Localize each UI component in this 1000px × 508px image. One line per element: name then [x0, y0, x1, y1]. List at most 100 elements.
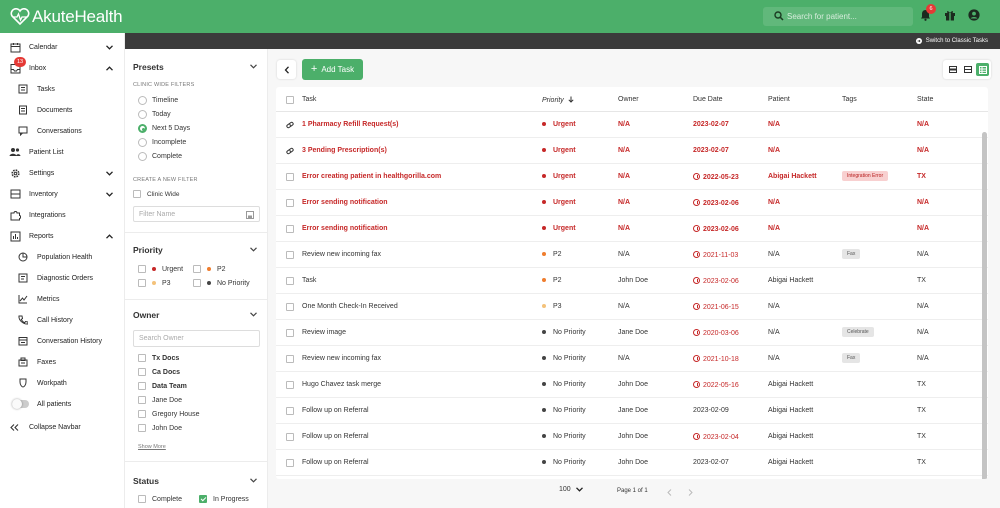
owner-john-doe[interactable]: John Doe: [138, 424, 182, 432]
view-compact-button[interactable]: [961, 63, 974, 76]
table-row[interactable]: Hugo Chavez task merge No Priority John Do…: [276, 372, 988, 398]
row-checkbox[interactable]: [286, 251, 294, 259]
sidebar-item-workpath[interactable]: Workpath: [0, 375, 125, 391]
table-row[interactable]: Review new incoming fax No Priority N/A 202…: [276, 346, 988, 372]
view-list-button[interactable]: [946, 63, 959, 76]
task-title[interactable]: 3 Pending Prescription(s): [302, 147, 387, 154]
table-row[interactable]: Review image No Priority Jane Doe 2020-03-0…: [276, 320, 988, 346]
gift-button[interactable]: [944, 9, 956, 23]
patient-cell[interactable]: N/A: [768, 251, 780, 258]
all-patients-toggle[interactable]: [12, 399, 29, 409]
show-more-link[interactable]: Show More: [138, 444, 166, 450]
row-checkbox[interactable]: [286, 173, 294, 181]
checkbox[interactable]: [138, 279, 146, 287]
chevron-down-icon[interactable]: [250, 478, 257, 483]
radio-button[interactable]: [138, 110, 147, 119]
table-scrollbar[interactable]: [982, 132, 987, 479]
owner-data-team[interactable]: Data Team: [138, 382, 187, 390]
patient-cell[interactable]: Abigai Hackett: [768, 459, 813, 466]
table-row[interactable]: Error creating patient in healthgorilla.…: [276, 164, 988, 190]
clinic-wide-checkbox[interactable]: Clinic Wide: [133, 190, 180, 198]
task-title[interactable]: One Month Check-In Received: [302, 303, 398, 310]
app-logo[interactable]: AkuteHealth: [10, 7, 123, 27]
priority-p2[interactable]: P2: [193, 265, 226, 273]
tag-badge[interactable]: Fax: [842, 353, 861, 363]
task-title[interactable]: Follow up on Referral: [302, 407, 369, 414]
task-title[interactable]: Error creating patient in healthgorilla.…: [302, 173, 441, 180]
status-complete[interactable]: Complete: [138, 495, 182, 503]
radio-button[interactable]: [138, 96, 147, 105]
row-checkbox[interactable]: [286, 225, 294, 233]
table-row[interactable]: Task P2 John Doe 2023-02-06 Abigai Hackett TX: [276, 268, 988, 294]
task-title[interactable]: Hugo Chavez task merge: [302, 381, 381, 388]
view-table-button[interactable]: [976, 63, 989, 76]
rows-per-page-select[interactable]: 100: [559, 486, 583, 493]
checkbox[interactable]: [138, 354, 146, 362]
patient-cell[interactable]: N/A: [768, 355, 780, 362]
chevron-up-icon[interactable]: [106, 65, 113, 71]
checkbox[interactable]: [138, 368, 146, 376]
sidebar-item-conversation-history[interactable]: Conversation History: [0, 333, 125, 349]
sidebar-item-inventory[interactable]: Inventory: [0, 186, 125, 202]
sidebar-item-reports[interactable]: Reports: [0, 228, 125, 244]
column-state[interactable]: State: [917, 96, 933, 103]
preset-today[interactable]: Today: [138, 110, 171, 119]
sidebar-item-settings[interactable]: Settings: [0, 165, 125, 181]
owner-search-input[interactable]: Search Owner: [133, 330, 260, 347]
table-row[interactable]: Follow up on Referral No Priority John Doe…: [276, 450, 988, 476]
row-checkbox[interactable]: [286, 381, 294, 389]
column-patient[interactable]: Patient: [768, 96, 790, 103]
prev-page-icon[interactable]: [667, 489, 672, 496]
patient-cell[interactable]: Abigai Hackett: [768, 381, 813, 388]
row-checkbox[interactable]: [286, 277, 294, 285]
checkbox[interactable]: [138, 382, 146, 390]
row-checkbox[interactable]: [286, 433, 294, 441]
sidebar-item-population-health[interactable]: Population Health: [0, 249, 125, 265]
column-tags[interactable]: Tags: [842, 96, 857, 103]
priority-p3[interactable]: P3: [138, 279, 171, 287]
patient-cell[interactable]: N/A: [768, 225, 780, 232]
preset-complete[interactable]: Complete: [138, 152, 182, 161]
chevron-down-icon[interactable]: [106, 44, 113, 50]
patient-cell[interactable]: N/A: [768, 329, 780, 336]
owner-gregory-house[interactable]: Gregory House: [138, 410, 199, 418]
sidebar-item-tasks[interactable]: Tasks: [0, 81, 125, 97]
task-title[interactable]: Review new incoming fax: [302, 251, 381, 258]
select-all-checkbox[interactable]: [286, 96, 294, 104]
priority-no-priority[interactable]: No Priority: [193, 279, 250, 287]
row-checkbox[interactable]: [286, 199, 294, 207]
radio-button[interactable]: [138, 138, 147, 147]
row-checkbox[interactable]: [286, 329, 294, 337]
sidebar-item-documents[interactable]: Documents: [0, 102, 125, 118]
sidebar-item-faxes[interactable]: Faxes: [0, 354, 125, 370]
preset-incomplete[interactable]: Incomplete: [138, 138, 186, 147]
task-title[interactable]: Error sending notification: [302, 225, 388, 232]
tag-badge[interactable]: Fax: [842, 249, 861, 259]
sidebar-item-inbox[interactable]: 13 Inbox: [0, 57, 125, 76]
patient-cell[interactable]: N/A: [768, 121, 780, 128]
checkbox[interactable]: [193, 279, 201, 287]
task-title[interactable]: Error sending notification: [302, 199, 388, 206]
task-title[interactable]: Follow up on Referral: [302, 459, 369, 466]
status-in-progress[interactable]: In Progress: [199, 495, 249, 503]
sidebar-item-call-history[interactable]: Call History: [0, 312, 125, 328]
checkbox[interactable]: [138, 410, 146, 418]
save-filter-icon[interactable]: [246, 211, 254, 219]
preset-next-5-days[interactable]: Next 5 Days: [138, 124, 190, 133]
radio-button[interactable]: [138, 152, 147, 161]
table-row[interactable]: Follow up on Referral No Priority Jane Doe…: [276, 398, 988, 424]
task-title[interactable]: Review image: [302, 329, 346, 336]
column-priority[interactable]: Priority: [542, 96, 574, 104]
sidebar-item-all-patients[interactable]: All patients: [0, 396, 125, 412]
table-row[interactable]: Error sending notification Urgent N/A 2023-…: [276, 216, 988, 242]
patient-cell[interactable]: Abigai Hackett: [768, 277, 813, 284]
row-checkbox[interactable]: [286, 407, 294, 415]
add-task-button[interactable]: + Add Task: [302, 59, 363, 80]
owner-tx-docs[interactable]: Tx Docs: [138, 354, 179, 362]
column-owner[interactable]: Owner: [618, 96, 639, 103]
row-checkbox[interactable]: [286, 459, 294, 467]
table-row[interactable]: Review new incoming fax P2 N/A 2021-11-03 N/…: [276, 242, 988, 268]
patient-search-input[interactable]: [787, 12, 902, 21]
account-button[interactable]: [968, 9, 980, 23]
patient-cell[interactable]: N/A: [768, 303, 780, 310]
